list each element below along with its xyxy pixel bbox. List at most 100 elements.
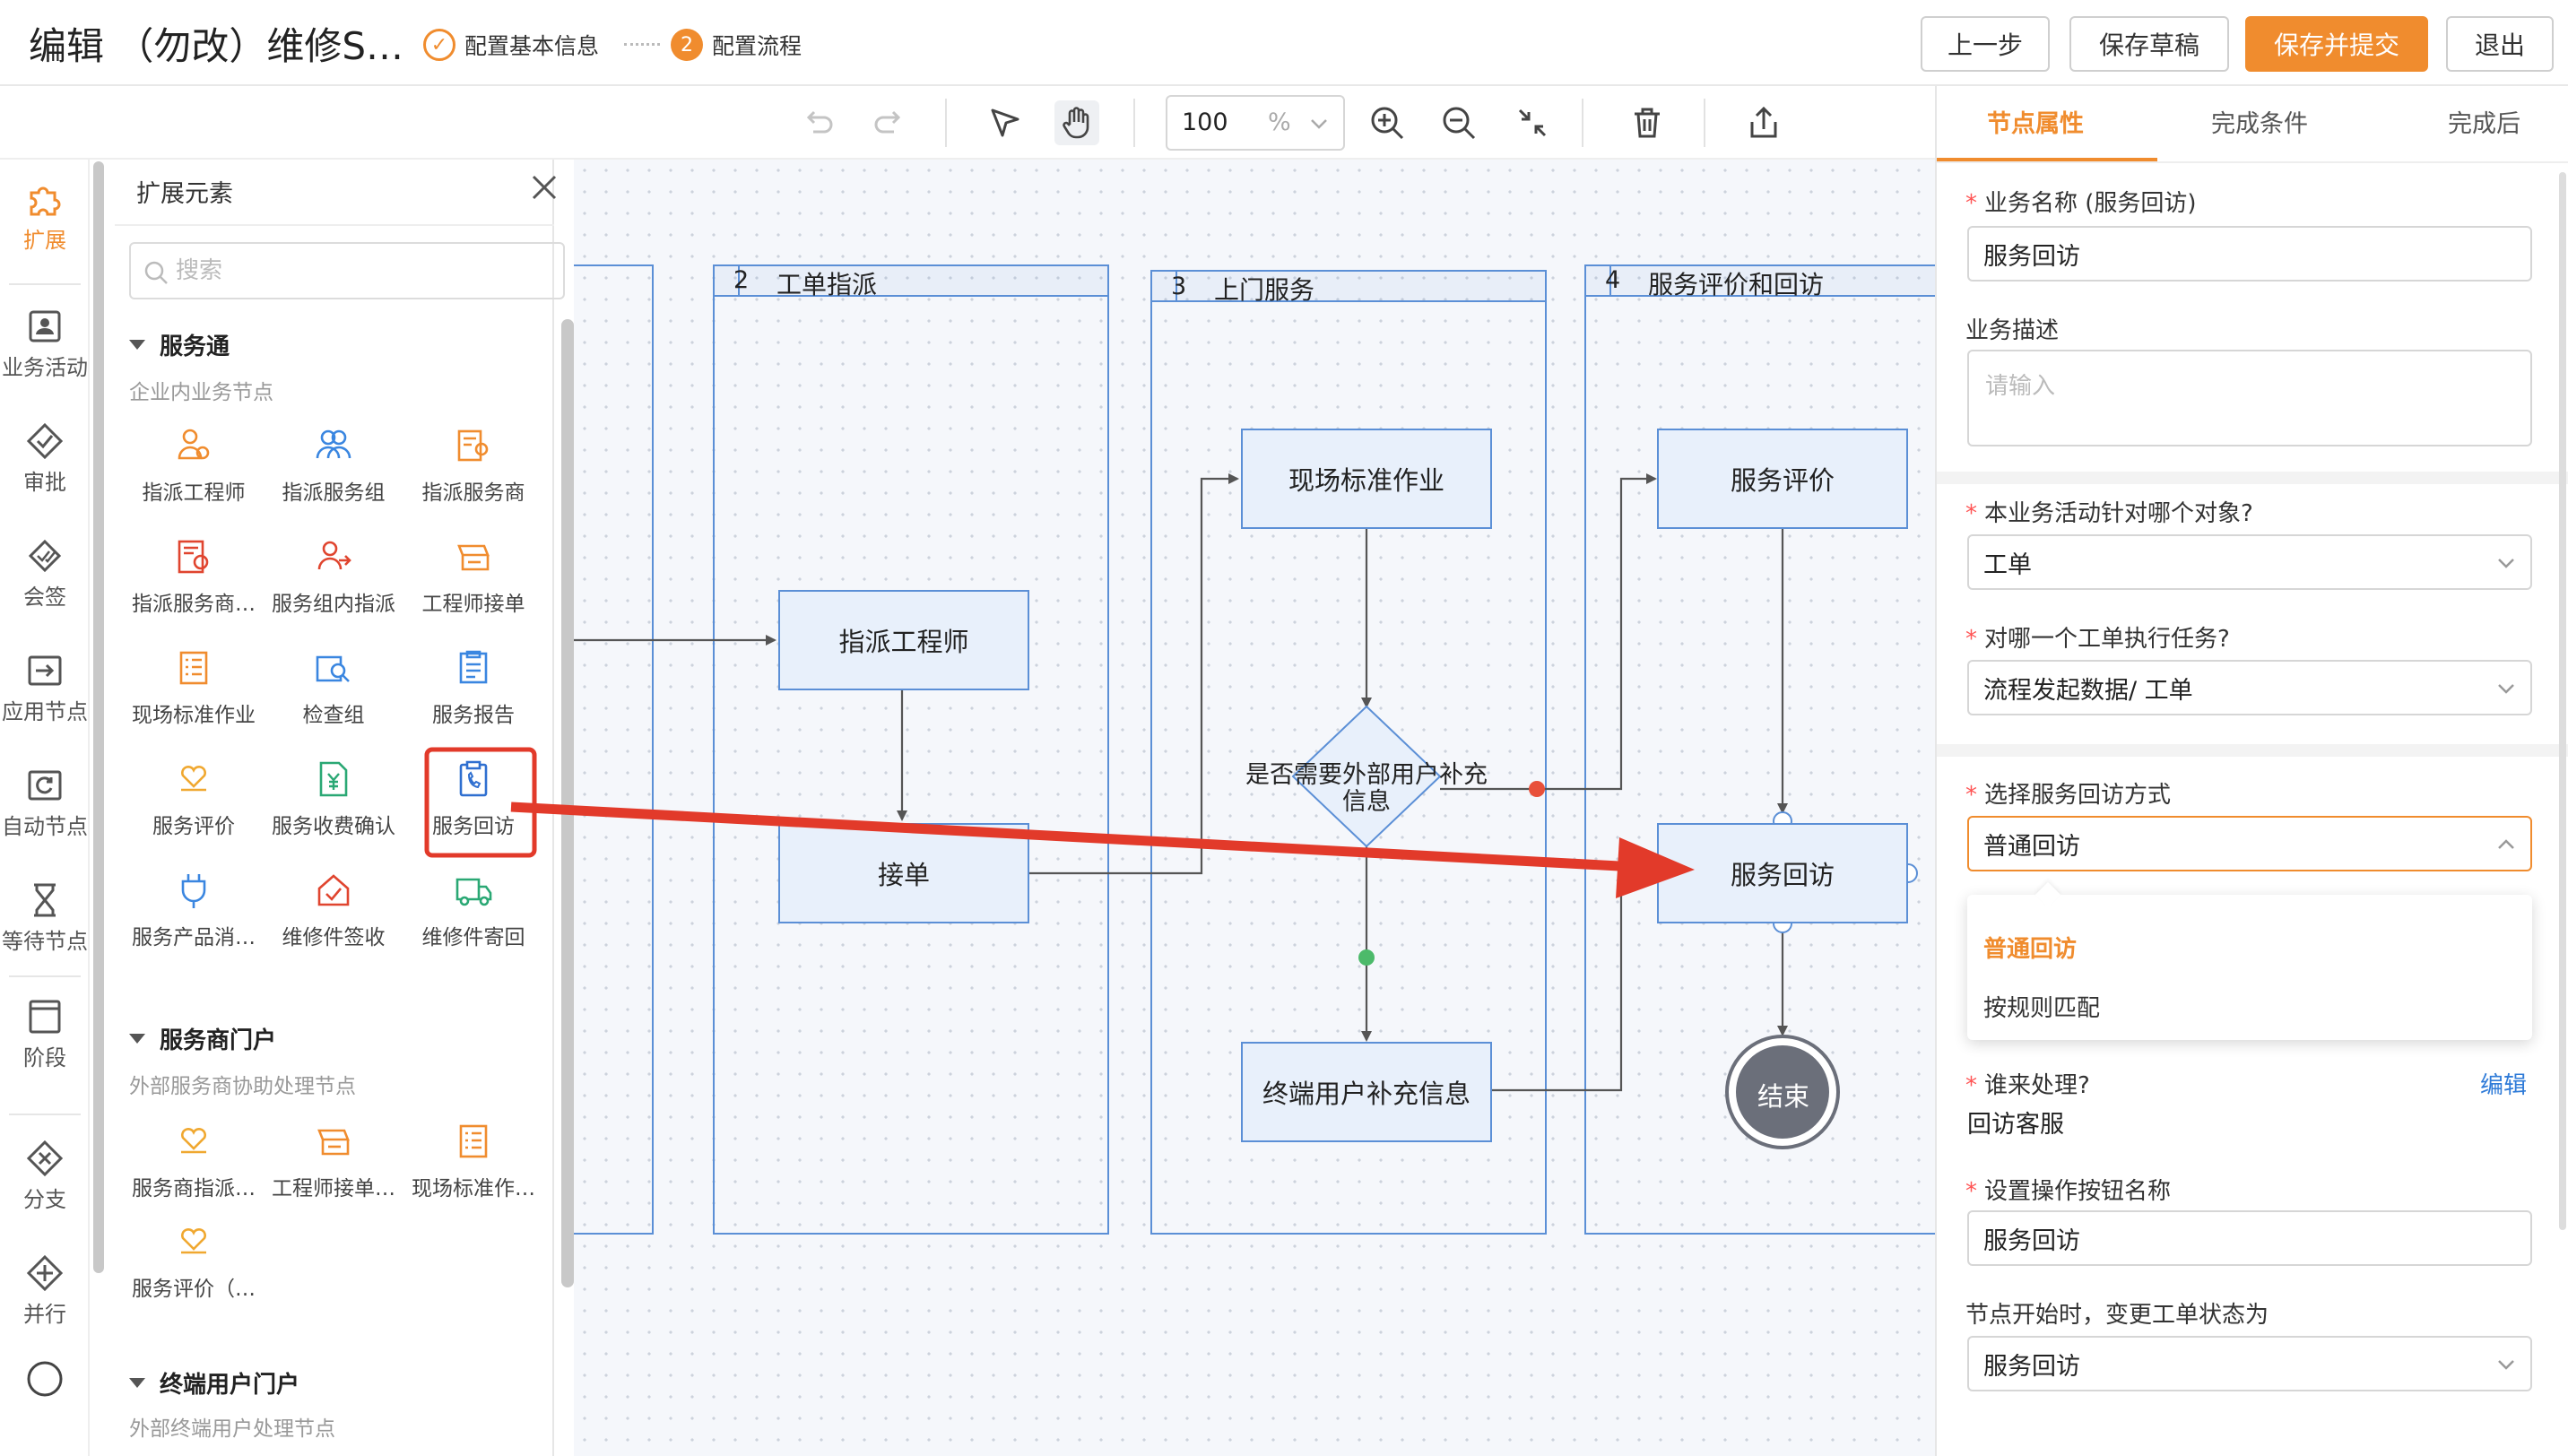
rail-label: 等待节点 <box>2 929 88 954</box>
chevron-down-icon <box>2498 684 2514 694</box>
rail-item-auto-node[interactable]: 自动节点 <box>0 762 90 852</box>
element-engineer-accept[interactable]: 工程师接单 <box>403 531 543 638</box>
element-provider-assign[interactable]: 服务商指派… <box>124 1115 264 1223</box>
search-input[interactable] <box>176 253 552 289</box>
rail-item-biz-activity[interactable]: 业务活动 <box>0 303 90 393</box>
hourglass-icon <box>26 877 64 923</box>
status-select[interactable]: 服务回访 <box>1967 1336 2532 1391</box>
rail-item-stage[interactable]: 阶段 <box>0 993 90 1083</box>
group-title-enduser-portal[interactable]: 终端用户门户 <box>129 1366 299 1400</box>
save-draft-button[interactable]: 保存草稿 <box>2069 16 2229 72</box>
node-onsite-work[interactable]: 现场标准作业 <box>1241 429 1492 529</box>
rail-item-approval[interactable]: 审批 <box>0 418 90 507</box>
tab-completion-conditions[interactable]: 完成条件 <box>2211 104 2308 139</box>
element-inspection-group[interactable]: 检查组 <box>264 642 403 750</box>
node-end-label[interactable]: 结束 <box>1757 1076 1809 1114</box>
tab-after-completion[interactable]: 完成后 <box>2448 104 2520 139</box>
element-label: 服务报告 <box>432 704 515 727</box>
element-assign-engineer[interactable]: 指派工程师 <box>124 420 264 527</box>
element-product-consume[interactable]: 服务产品消… <box>124 864 264 972</box>
element-provider-evaluation[interactable]: 服务评价（… <box>124 1216 264 1323</box>
yuan-doc-icon <box>314 753 353 805</box>
exit-button[interactable]: 退出 <box>2446 16 2554 72</box>
flow-canvas[interactable]: 2 工单指派 3 上门服务 4 服务评价和回访 指派工程师 接单 现场标准作业 … <box>574 160 1935 1456</box>
group-title-text: 服务商门户 <box>160 1027 277 1054</box>
rail-item-wait-node[interactable]: 等待节点 <box>0 877 90 966</box>
tab-node-properties[interactable]: 节点属性 <box>1987 104 2084 139</box>
element-fee-confirm[interactable]: 服务收费确认 <box>264 753 403 861</box>
element-onsite-work[interactable]: 现场标准作业 <box>124 642 264 750</box>
lane-number: 4 <box>1605 266 1621 294</box>
fit-screen-icon[interactable] <box>1510 100 1555 145</box>
rail-item-parallel[interactable]: 并行 <box>0 1250 90 1339</box>
prev-step-button[interactable]: 上一步 <box>1921 16 2050 72</box>
rail-item-branch[interactable]: 分支 <box>0 1135 90 1225</box>
which-order-select[interactable]: 流程发起数据/ 工单 <box>1967 660 2532 715</box>
target-select[interactable]: 工单 <box>1967 534 2532 590</box>
element-part-receive[interactable]: 维修件签收 <box>264 864 403 972</box>
hand-pan-icon[interactable] <box>1054 100 1099 145</box>
element-provider-onsite[interactable]: 现场标准作… <box>403 1115 543 1223</box>
rail-item-countersign[interactable]: 会签 <box>0 533 90 622</box>
export-icon[interactable] <box>1741 100 1786 145</box>
activity-icon <box>26 303 64 350</box>
element-assign-provider-2[interactable]: 指派服务商… <box>124 531 264 638</box>
truck-icon <box>454 864 493 916</box>
element-assign-service-group[interactable]: 指派服务组 <box>264 420 403 527</box>
lane-title-dispatch[interactable]: 工单指派 <box>776 265 877 301</box>
undo-icon[interactable] <box>796 100 841 145</box>
group-title-provider-portal[interactable]: 服务商门户 <box>129 1022 276 1055</box>
node-assign-engineer[interactable]: 指派工程师 <box>778 590 1029 690</box>
zoom-in-icon[interactable] <box>1365 100 1410 145</box>
biz-desc-textarea[interactable]: 请输入 <box>1967 350 2532 446</box>
header-bar: 编辑 （勿改）维修S… ✓ 配置基本信息 2 配置流程 上一步 保存草稿 保存并… <box>0 0 2568 86</box>
node-decision-label[interactable]: 是否需要外部用户补充信息 <box>1237 762 1496 816</box>
element-label: 服务评价（… <box>132 1278 256 1301</box>
element-service-revisit[interactable]: 服务回访 <box>403 753 543 861</box>
rail-scrollbar[interactable] <box>93 161 104 1273</box>
lane-title-onsite[interactable]: 上门服务 <box>1214 271 1314 307</box>
rail-item-extension[interactable]: 扩展 <box>0 176 90 265</box>
zoom-select[interactable]: 100 % <box>1166 95 1345 151</box>
element-assign-provider[interactable]: 指派服务商 <box>403 420 543 527</box>
edit-handler-link[interactable]: 编辑 <box>2480 1067 2527 1100</box>
element-service-report[interactable]: 服务报告 <box>403 642 543 750</box>
properties-scrollbar[interactable] <box>2559 172 2566 1230</box>
select-pointer-icon[interactable] <box>983 100 1028 145</box>
panel-scrollbar[interactable] <box>561 319 574 1287</box>
delete-icon[interactable] <box>1625 100 1670 145</box>
lane-title-eval[interactable]: 服务评价和回访 <box>1648 265 1824 301</box>
biz-name-input[interactable]: 服务回访 <box>1967 226 2532 282</box>
group-subtitle: 外部服务商协助处理节点 <box>129 1075 356 1098</box>
rail-label: 自动节点 <box>2 814 88 839</box>
option-normal-revisit[interactable]: 普通回访 <box>1983 931 2077 964</box>
group-title-fuwutong[interactable]: 服务通 <box>129 328 230 361</box>
zoom-unit: % <box>1268 108 1291 136</box>
lane-3-header <box>1150 270 1547 302</box>
element-label: 维修件寄回 <box>421 926 525 949</box>
button-name-input[interactable]: 服务回访 <box>1967 1210 2532 1266</box>
close-icon[interactable] <box>529 172 560 203</box>
element-service-evaluation[interactable]: 服务评价 <box>124 753 264 861</box>
rail-item-app-node[interactable]: 应用节点 <box>0 647 90 737</box>
lane-number: 2 <box>733 266 750 294</box>
node-user-supplement[interactable]: 终端用户补充信息 <box>1241 1042 1492 1142</box>
zoom-out-icon[interactable] <box>1436 100 1481 145</box>
node-service-revisit[interactable]: 服务回访 <box>1657 823 1908 923</box>
search-box[interactable] <box>129 242 565 299</box>
accept-icon <box>314 1115 353 1167</box>
step-config-flow[interactable]: 2 配置流程 <box>671 27 802 63</box>
element-provider-engineer-accept[interactable]: 工程师接单… <box>264 1115 403 1223</box>
select-value: 工单 <box>1983 550 2032 579</box>
save-submit-button[interactable]: 保存并提交 <box>2245 16 2428 72</box>
redo-icon[interactable] <box>866 100 911 145</box>
node-accept-order[interactable]: 接单 <box>778 823 1029 923</box>
step-basic-info[interactable]: ✓ 配置基本信息 <box>423 27 599 63</box>
option-rule-match[interactable]: 按规则匹配 <box>1983 990 2100 1023</box>
revisit-mode-select[interactable]: 普通回访 <box>1967 816 2532 871</box>
rail-item-end[interactable] <box>0 1356 90 1445</box>
section-separator <box>1937 744 2568 757</box>
element-group-internal-assign[interactable]: 服务组内指派 <box>264 531 403 638</box>
element-part-return[interactable]: 维修件寄回 <box>403 864 543 972</box>
node-service-eval[interactable]: 服务评价 <box>1657 429 1908 529</box>
